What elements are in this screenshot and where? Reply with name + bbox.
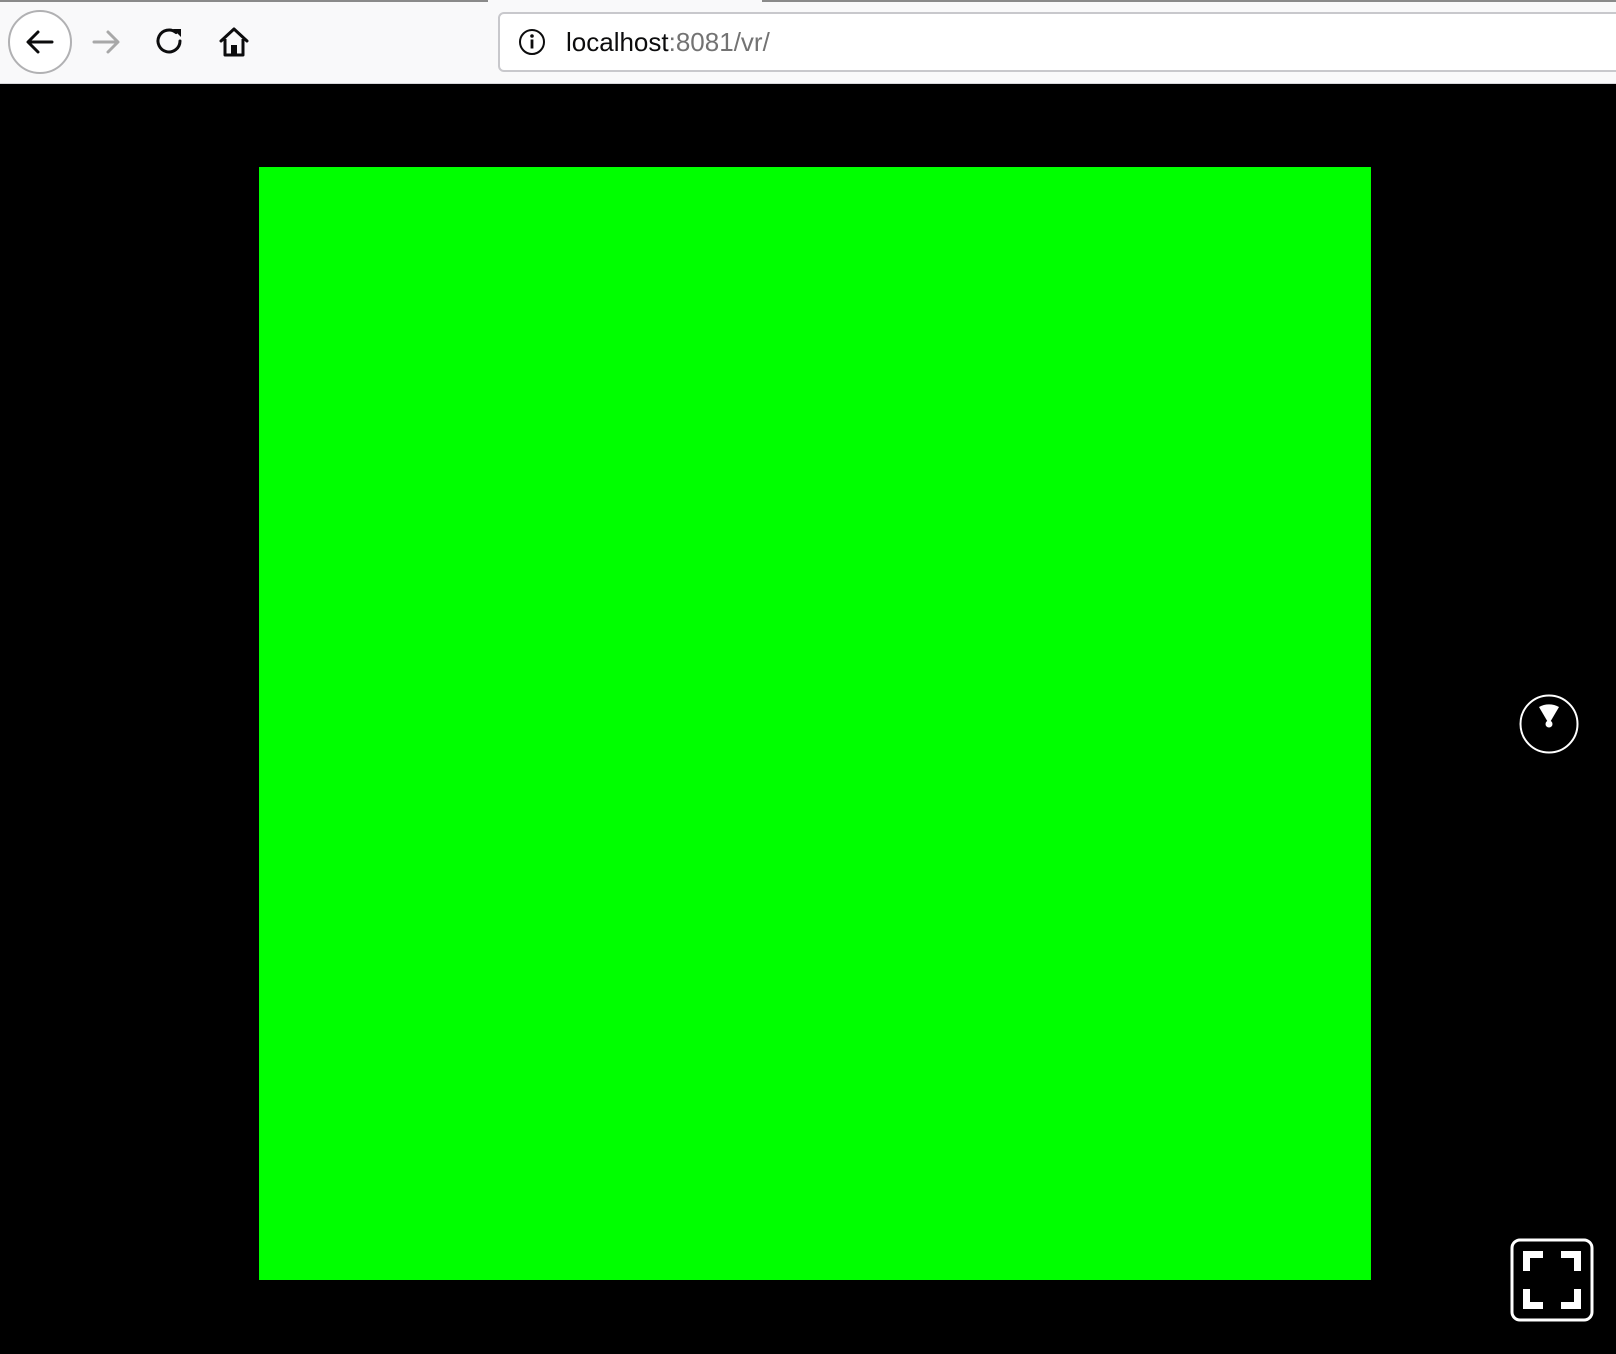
address-bar[interactable]: localhost:8081/vr/ <box>498 12 1616 72</box>
forward-button[interactable] <box>74 10 138 74</box>
url-text[interactable]: localhost:8081/vr/ <box>566 27 770 58</box>
fullscreen-icon <box>1510 1238 1594 1322</box>
browser-toolbar: localhost:8081/vr/ <box>0 0 1616 84</box>
back-button[interactable] <box>8 10 72 74</box>
url-path: :8081/vr/ <box>668 26 770 57</box>
fullscreen-button[interactable] <box>1510 1238 1594 1322</box>
vr-scene-canvas[interactable] <box>0 84 1616 1354</box>
tab-strip-indicator <box>762 0 1616 2</box>
reload-button[interactable] <box>138 10 202 74</box>
arrow-right-icon <box>92 30 120 54</box>
arrow-left-icon <box>26 30 54 54</box>
home-icon <box>219 27 249 57</box>
enter-vr-button[interactable] <box>1519 694 1579 754</box>
home-button[interactable] <box>202 10 266 74</box>
info-icon[interactable] <box>516 26 548 58</box>
green-box <box>259 167 1371 1280</box>
url-host: localhost <box>566 26 669 57</box>
reload-icon <box>156 28 182 54</box>
tab-strip-indicator <box>0 0 488 2</box>
vr-radar-icon <box>1519 694 1579 754</box>
